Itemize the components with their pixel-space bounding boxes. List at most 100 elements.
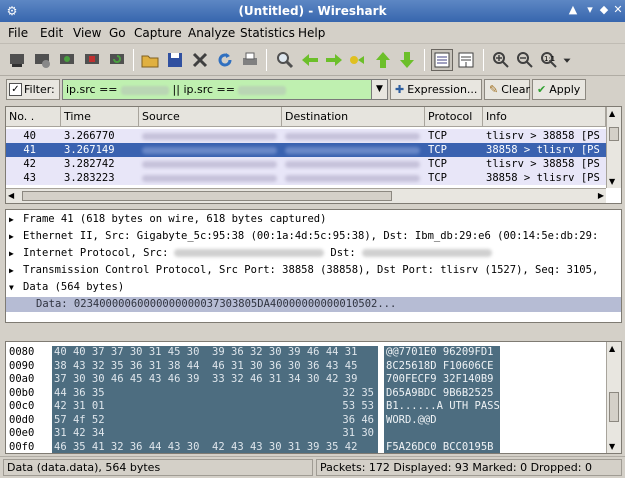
hex-bytes[interactable]: 40 40 37 37 30 31 45 30 39 36 32 30 39 4… [52,346,378,360]
go-to-packet-icon[interactable] [347,49,369,71]
collapsed-arrow-icon[interactable]: ▶ [9,263,23,278]
maximize-icon[interactable]: ◆ [597,3,611,17]
expanded-arrow-icon[interactable]: ▼ [9,280,23,295]
redacted-address [142,147,277,154]
column-time[interactable]: Time [61,107,139,127]
colorize-icon[interactable] [431,49,453,71]
expression-button[interactable]: ✚ Expression... [390,79,482,100]
go-back-icon[interactable] [299,49,321,71]
status-field-info: Data (data.data), 564 bytes [3,459,313,476]
packet-list-vscrollbar[interactable]: ▲ ▼ [606,107,621,188]
find-packet-icon[interactable] [274,49,296,71]
packet-bytes-pane[interactable]: 0080 40 40 37 37 30 31 45 30 39 36 32 30 … [5,341,622,454]
packet-list[interactable]: No. . Time Source Destination Protocol I… [5,106,622,204]
cell-time: 3.282742 [64,158,115,170]
detail-tree-row[interactable]: ▶ Internet Protocol, Src: Dst: [6,246,621,261]
print-icon[interactable] [239,49,261,71]
open-file-icon[interactable] [139,49,161,71]
hex-ascii[interactable] [384,427,500,441]
collapsed-arrow-icon[interactable]: ▶ [9,229,23,244]
overflow-arrow-icon[interactable] [560,49,574,71]
minimize-icon[interactable]: ▾ [583,3,597,17]
column-protocol[interactable]: Protocol [425,107,483,127]
go-forward-icon[interactable] [323,49,345,71]
go-first-icon[interactable] [372,49,394,71]
filter-dropdown-icon[interactable]: ▼ [372,79,388,100]
detail-tree-row[interactable]: ▶ Frame 41 (618 bytes on wire, 618 bytes … [6,212,621,227]
hex-ascii[interactable]: F5A26DC0 BCC0195B [384,440,500,453]
menu-go[interactable]: Go [109,26,126,40]
bytes-vscrollbar[interactable]: ▲ ▼ [606,342,621,453]
menu-edit[interactable]: Edit [40,26,63,40]
stop-capture-icon[interactable] [81,49,103,71]
apply-button[interactable]: ✔ Apply [532,79,586,100]
go-last-icon[interactable] [396,49,418,71]
zoom-out-icon[interactable] [514,49,536,71]
reload-icon[interactable] [214,49,236,71]
collapsed-arrow-icon[interactable]: ▶ [9,246,23,261]
packet-details-pane[interactable]: ▶ Frame 41 (618 bytes on wire, 618 bytes … [5,209,622,323]
detail-tree-row[interactable]: ▶ Transmission Control Protocol, Src Port… [6,263,621,278]
packet-row[interactable]: 40 3.266770 TCP tlisrv > 38858 [PS [6,129,606,143]
autoscroll-icon[interactable] [455,49,477,71]
column-source[interactable]: Source [139,107,282,127]
packet-list-hscrollbar[interactable]: ◀ ▶ [6,188,606,203]
hex-ascii[interactable]: 8C25618D F10606CE [384,359,500,373]
capture-options-icon[interactable] [31,49,53,71]
shade-icon[interactable]: ▲ [566,3,580,17]
start-capture-icon[interactable] [56,49,78,71]
menu-statistics[interactable]: Statistics [240,26,295,40]
menu-analyze[interactable]: Analyze [188,26,235,40]
restart-capture-icon[interactable] [106,49,128,71]
hex-offset: 00f0 [9,440,35,453]
redacted-address [238,85,287,95]
hex-bytes-tail: 31 30 [342,427,374,439]
detail-tree-row[interactable]: ▼ Data (564 bytes) [6,280,621,295]
hex-bytes-text: 44 36 35 [54,386,105,399]
filter-input[interactable]: ip.src == || ip.src == [62,79,372,100]
hex-bytes[interactable]: 42 31 01 53 53 [52,400,378,414]
column-info[interactable]: Info [483,107,606,127]
hex-bytes[interactable]: 37 30 30 46 45 43 46 39 33 32 46 31 34 3… [52,373,378,387]
detail-child-row[interactable]: Data: 02340000060000000000037303805DA400… [6,297,621,312]
save-file-icon[interactable] [164,49,186,71]
detail-dst-label: Dst: [330,247,356,259]
hex-ascii[interactable]: D65A9BDC 9B6B2525 [384,386,500,400]
filter-text-middle: || ip.src == [172,83,235,96]
hex-ascii[interactable]: WORD.@@D [384,413,500,427]
hex-bytes[interactable]: 46 35 41 32 36 44 43 30 42 43 43 30 31 3… [52,440,378,453]
clear-button[interactable]: ✎ Clear [484,79,530,100]
hex-ascii[interactable]: B1......A UTH PASS [384,400,500,414]
close-icon[interactable]: ✕ [611,3,625,17]
detail-tree-row[interactable]: ▶ Ethernet II, Src: Gigabyte_5c:95:38 (00… [6,229,621,244]
close-file-icon[interactable] [189,49,211,71]
detail-text: Data: 02340000060000000000037303805DA400… [36,298,397,310]
hex-bytes[interactable]: 38 43 32 35 36 31 38 44 46 31 30 36 30 3… [52,359,378,373]
hex-bytes[interactable]: 57 4f 52 36 46 [52,413,378,427]
interfaces-icon[interactable] [6,49,28,71]
menu-file[interactable]: File [8,26,28,40]
packet-row[interactable]: 43 3.283223 TCP 38858 > tlisrv [PS [6,171,606,185]
apply-label: Apply [549,83,581,96]
packet-row[interactable]: 41 3.267149 TCP 38858 > tlisrv [PS [6,143,606,157]
menu-capture[interactable]: Capture [134,26,182,40]
normal-size-icon[interactable]: 1:1 [538,49,560,71]
svg-text:1:1: 1:1 [544,55,555,63]
column-destination[interactable]: Destination [282,107,425,127]
column-no[interactable]: No. . [6,107,61,127]
menu-help[interactable]: Help [298,26,325,40]
collapsed-arrow-icon[interactable]: ▶ [9,212,23,227]
hex-ascii[interactable]: 700FECF9 32F140B9 [384,373,500,387]
hex-offset: 00b0 [9,386,35,399]
hex-ascii[interactable]: @@7701E0 96209FD1 [384,346,500,360]
menu-view[interactable]: View [73,26,101,40]
filter-text-prefix: ip.src == [66,83,118,96]
hex-bytes[interactable]: 44 36 35 32 35 [52,386,378,400]
filter-button[interactable]: ✓ Filter: [6,79,60,100]
hex-bytes[interactable]: 31 42 34 31 30 [52,427,378,441]
apply-check-icon: ✔ [537,83,547,96]
packet-row[interactable]: 42 3.282742 TCP tlisrv > 38858 [PS [6,157,606,171]
hex-bytes-tail: 53 53 [342,400,374,412]
cell-no: 43 [23,172,36,184]
zoom-in-icon[interactable] [490,49,512,71]
